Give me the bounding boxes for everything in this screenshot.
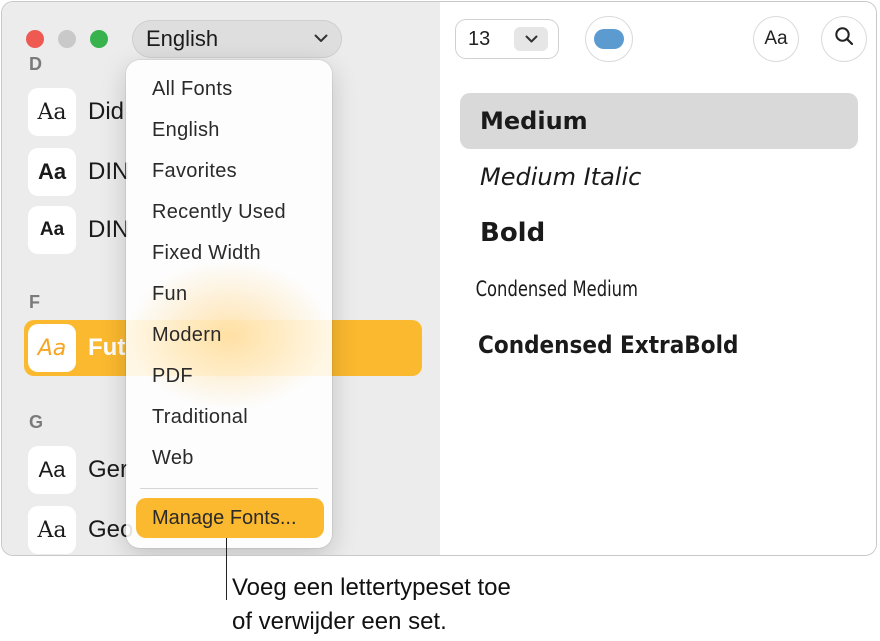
- menu-item-english[interactable]: English: [152, 119, 220, 142]
- font-family-name: DIN: [88, 158, 130, 185]
- search-icon: [834, 26, 854, 52]
- minimize-window-button[interactable]: [58, 30, 76, 48]
- menu-item-modern[interactable]: Modern: [152, 324, 222, 347]
- typeface-style-condensed-medium[interactable]: Condensed Medium: [460, 261, 850, 317]
- close-window-button[interactable]: [26, 30, 44, 48]
- font-preview-pane: 13 Aa Medium Medium Italic Bold Condense…: [440, 2, 876, 555]
- callout-text: Voeg een lettertypeset toe of verwijder …: [232, 571, 511, 639]
- typeface-style-condensed-extrabold[interactable]: Condensed ExtraBold: [460, 317, 874, 373]
- menu-item-fun[interactable]: Fun: [152, 283, 187, 306]
- menu-item-favorites[interactable]: Favorites: [152, 160, 237, 183]
- menu-separator: [140, 488, 318, 489]
- font-sample-tile: Aa: [28, 88, 76, 136]
- collection-menu: All Fonts English Favorites Recently Use…: [126, 60, 332, 548]
- menu-item-all-fonts[interactable]: All Fonts: [152, 78, 233, 101]
- section-letter: F: [29, 292, 40, 312]
- collection-popup-button[interactable]: English: [132, 20, 342, 58]
- font-family-name: Ger: [88, 456, 129, 483]
- font-family-name: Fut: [88, 334, 126, 361]
- chevron-down-icon: [314, 30, 328, 48]
- font-sample-tile: Aa: [28, 148, 76, 196]
- section-letter: G: [29, 412, 44, 432]
- font-preview-mode-button[interactable]: Aa: [754, 17, 798, 61]
- font-sample-tile: Aa: [28, 506, 76, 554]
- chevron-down-icon[interactable]: [514, 27, 548, 51]
- font-sample-tile: Aa: [28, 324, 76, 372]
- typeface-style-medium-italic[interactable]: Medium Italic: [460, 149, 858, 205]
- sidebar: English D Aa Did Aa DIN Aa DIN F Aa Fut …: [2, 2, 440, 555]
- zoom-window-button[interactable]: [90, 30, 108, 48]
- search-button[interactable]: [822, 17, 866, 61]
- typeface-style-medium[interactable]: Medium: [460, 93, 858, 149]
- section-letter: D: [29, 54, 42, 74]
- font-book-window: English D Aa Did Aa DIN Aa DIN F Aa Fut …: [1, 1, 877, 556]
- menu-item-manage-fonts[interactable]: Manage Fonts...: [136, 498, 324, 538]
- font-size-field[interactable]: 13: [456, 20, 558, 58]
- font-family-name: Did: [88, 98, 125, 125]
- menu-item-traditional[interactable]: Traditional: [152, 406, 248, 429]
- collection-value: English: [146, 26, 219, 51]
- callout-line: [226, 538, 227, 600]
- callout-line-1: Voeg een lettertypeset toe: [232, 574, 511, 601]
- callout-line-2: of verwijder een set.: [232, 608, 447, 635]
- font-family-name: DIN: [88, 216, 130, 243]
- menu-item-pdf[interactable]: PDF: [152, 365, 193, 388]
- text-color-button[interactable]: [586, 17, 632, 61]
- font-sample-tile: Aa: [28, 206, 76, 254]
- menu-item-web[interactable]: Web: [152, 447, 194, 470]
- menu-item-recently-used[interactable]: Recently Used: [152, 201, 286, 224]
- menu-item-fixed-width[interactable]: Fixed Width: [152, 242, 261, 265]
- font-size-value: 13: [468, 28, 491, 50]
- typeface-style-bold[interactable]: Bold: [460, 205, 858, 261]
- font-sample-tile: Aa: [28, 446, 76, 494]
- color-swatch: [594, 29, 624, 49]
